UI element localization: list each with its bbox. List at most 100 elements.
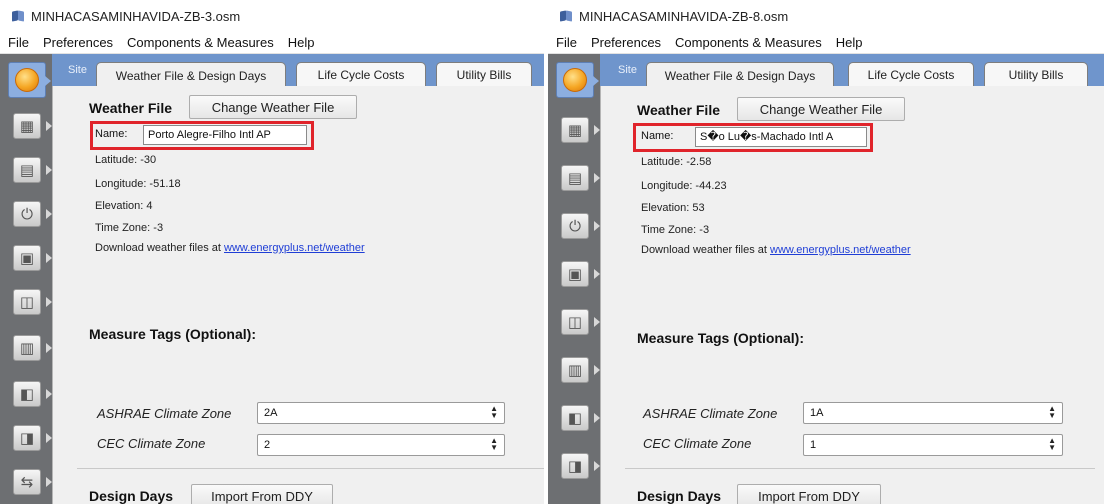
- constructions-icon: ▤: [561, 165, 589, 191]
- facility-tab-button[interactable]: ▥: [8, 330, 52, 366]
- tab-utility-bills[interactable]: Utility Bills: [436, 62, 532, 86]
- geometry-icon: ◫: [13, 289, 41, 315]
- thermal-zones-icon: ◨: [13, 425, 41, 451]
- thermal-zones-tab-button[interactable]: ◨: [556, 448, 600, 484]
- measure-tags-heading: Measure Tags (Optional):: [637, 330, 804, 346]
- tab-life-cycle-costs[interactable]: Life Cycle Costs: [848, 62, 974, 86]
- title-bar: MINHACASAMINHAVIDA-ZB-3.osm: [0, 0, 544, 32]
- tab-life-cycle-costs[interactable]: Life Cycle Costs: [296, 62, 426, 86]
- longitude-text: Longitude: -51.18: [95, 178, 181, 190]
- menu-bar: File Preferences Components & Measures H…: [548, 32, 1104, 54]
- weather-name-field[interactable]: Porto Alegre-Filho Intl AP: [143, 125, 307, 145]
- import-from-ddy-button[interactable]: Import From DDY: [191, 484, 333, 504]
- calendar-icon: ▦: [561, 117, 589, 143]
- weather-content-panel: Weather File Change Weather File Name: S…: [600, 86, 1104, 504]
- ashrae-climate-zone-select[interactable]: 1A ▲ ▼: [803, 402, 1063, 424]
- vertical-tab-bar: ▦ ▤ ⏻ ▣ ◫ ▥ ◧ ◨ ⇆: [0, 54, 52, 504]
- site-tab-button[interactable]: [8, 62, 51, 98]
- menu-preferences[interactable]: Preferences: [43, 35, 113, 50]
- menu-bar: File Preferences Components & Measures H…: [0, 32, 544, 54]
- measure-tags-heading: Measure Tags (Optional):: [89, 326, 256, 342]
- window-title: MINHACASAMINHAVIDA-ZB-8.osm: [579, 8, 789, 24]
- menu-file[interactable]: File: [8, 35, 29, 50]
- name-label: Name:: [641, 130, 674, 142]
- spaces-icon: ◧: [561, 405, 589, 431]
- menu-file[interactable]: File: [556, 35, 577, 50]
- space-types-tab-button[interactable]: ▣: [556, 256, 600, 292]
- loads-icon: ⏻: [13, 201, 41, 227]
- sub-tab-strip: Site Weather File & Design Days Life Cyc…: [600, 54, 1104, 88]
- cec-climate-zone-label: CEC Climate Zone: [97, 436, 206, 451]
- space-types-tab-button[interactable]: ▣: [8, 240, 52, 276]
- select-arrows-icon: ▲ ▼: [490, 436, 498, 452]
- space-types-icon: ▣: [13, 245, 41, 271]
- section-divider: [625, 468, 1095, 469]
- loads-icon: ⏻: [561, 213, 589, 239]
- space-types-icon: ▣: [561, 261, 589, 287]
- ashrae-climate-zone-label: ASHRAE Climate Zone: [97, 406, 232, 421]
- name-label: Name:: [95, 128, 128, 140]
- energyplus-weather-link[interactable]: www.energyplus.net/weather: [224, 242, 365, 254]
- facility-tab-button[interactable]: ▥: [556, 352, 600, 388]
- ashrae-climate-zone-value: 1A: [810, 407, 824, 419]
- schedules-tab-button[interactable]: ▦: [556, 112, 600, 148]
- constructions-icon: ▤: [13, 157, 41, 183]
- latitude-text: Latitude: -30: [95, 154, 157, 166]
- constructions-tab-button[interactable]: ▤: [8, 152, 52, 188]
- site-tab-button[interactable]: [556, 62, 599, 98]
- menu-components-measures[interactable]: Components & Measures: [675, 35, 822, 50]
- geometry-icon: ◫: [561, 309, 589, 335]
- menu-preferences[interactable]: Preferences: [591, 35, 661, 50]
- hvac-tab-button[interactable]: ⇆: [8, 464, 52, 500]
- import-from-ddy-button[interactable]: Import From DDY: [737, 484, 881, 504]
- timezone-text: Time Zone: -3: [641, 224, 710, 236]
- energyplus-weather-link[interactable]: www.energyplus.net/weather: [770, 244, 911, 256]
- thermal-zones-icon: ◨: [561, 453, 589, 479]
- sun-icon: [15, 68, 39, 92]
- schedules-tab-button[interactable]: ▦: [8, 108, 52, 144]
- loads-tab-button[interactable]: ⏻: [556, 208, 600, 244]
- select-arrows-icon: ▲ ▼: [1048, 404, 1056, 420]
- title-bar: MINHACASAMINHAVIDA-ZB-8.osm: [548, 0, 1104, 32]
- elevation-text: Elevation: 4: [95, 200, 153, 212]
- menu-help[interactable]: Help: [288, 35, 315, 50]
- geometry-tab-button[interactable]: ◫: [8, 284, 52, 320]
- vertical-tab-bar: ▦ ▤ ⏻ ▣ ◫ ▥ ◧ ◨: [548, 54, 600, 504]
- geometry-tab-button[interactable]: ◫: [556, 304, 600, 340]
- select-arrows-icon: ▲ ▼: [490, 404, 498, 420]
- change-weather-file-button[interactable]: Change Weather File: [737, 97, 905, 121]
- hvac-icon: ⇆: [13, 469, 41, 495]
- tab-weather-file-design-days[interactable]: Weather File & Design Days: [646, 62, 834, 88]
- design-days-heading: Design Days: [89, 488, 174, 504]
- tab-weather-file-design-days[interactable]: Weather File & Design Days: [96, 62, 286, 88]
- cec-climate-zone-label: CEC Climate Zone: [643, 436, 752, 451]
- openstudio-app-icon: [12, 10, 25, 22]
- facility-icon: ▥: [561, 357, 589, 383]
- cec-climate-zone-select[interactable]: 2 ▲ ▼: [257, 434, 505, 456]
- elevation-text: Elevation: 53: [641, 202, 705, 214]
- spaces-tab-button[interactable]: ◧: [556, 400, 600, 436]
- download-info: Download weather files at www.energyplus…: [641, 244, 911, 256]
- timezone-text: Time Zone: -3: [95, 222, 164, 234]
- latitude-text: Latitude: -2.58: [641, 156, 712, 168]
- ashrae-climate-zone-label: ASHRAE Climate Zone: [643, 406, 778, 421]
- weather-file-heading: Weather File: [89, 100, 172, 116]
- menu-components-measures[interactable]: Components & Measures: [127, 35, 274, 50]
- tab-utility-bills[interactable]: Utility Bills: [984, 62, 1088, 86]
- download-prefix: Download weather files at: [641, 244, 771, 256]
- longitude-text: Longitude: -44.23: [641, 180, 727, 192]
- openstudio-app-icon: [560, 10, 573, 22]
- change-weather-file-button[interactable]: Change Weather File: [189, 95, 357, 119]
- constructions-tab-button[interactable]: ▤: [556, 160, 600, 196]
- menu-help[interactable]: Help: [836, 35, 863, 50]
- loads-tab-button[interactable]: ⏻: [8, 196, 52, 232]
- ashrae-climate-zone-select[interactable]: 2A ▲ ▼: [257, 402, 505, 424]
- weather-name-field[interactable]: S�o Lu�s-Machado Intl A: [695, 127, 867, 147]
- thermal-zones-tab-button[interactable]: ◨: [8, 420, 52, 456]
- cec-climate-zone-value: 2: [264, 439, 271, 451]
- spaces-tab-button[interactable]: ◧: [8, 376, 52, 412]
- cec-climate-zone-select[interactable]: 1 ▲ ▼: [803, 434, 1063, 456]
- download-info: Download weather files at www.energyplus…: [95, 242, 365, 254]
- window-title: MINHACASAMINHAVIDA-ZB-3.osm: [31, 8, 241, 24]
- site-tab-label: Site: [68, 64, 87, 76]
